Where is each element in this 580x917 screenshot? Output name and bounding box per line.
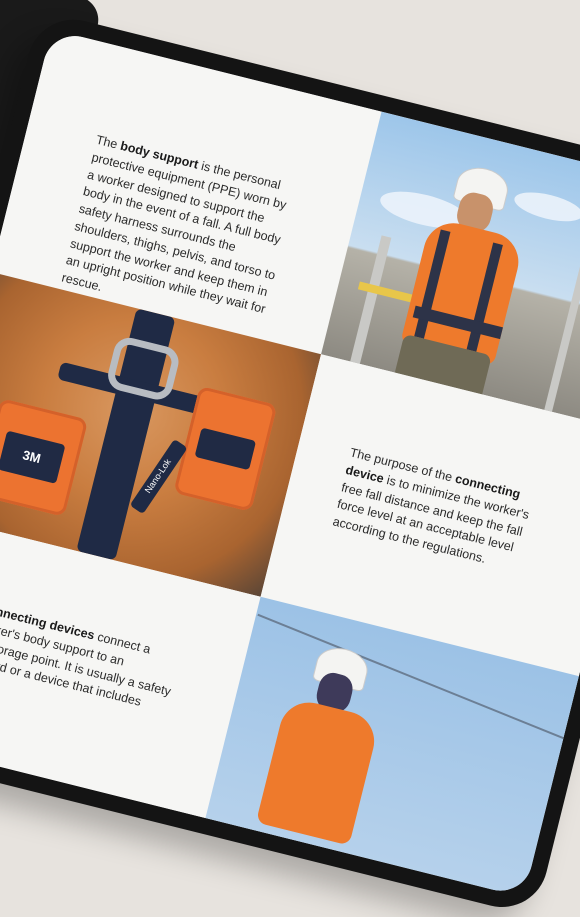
- body-support-lead: The: [94, 132, 123, 153]
- unit-panel: [194, 427, 257, 471]
- connecting-device-paragraph: The purpose of the connecting device is …: [331, 444, 547, 578]
- body-support-text: is the personal protective equipment (PP…: [60, 149, 288, 317]
- worker-torso: [255, 696, 381, 846]
- tablet-screen: The body support is the personal protect…: [0, 29, 580, 898]
- scaffold-pole: [544, 225, 580, 412]
- tablet-frame: The body support is the personal protect…: [0, 10, 580, 917]
- cloud-shape: [511, 186, 580, 227]
- connecting-devices-paragraph: Connecting devices connect a worker's bo…: [0, 599, 185, 719]
- left-lanyard-unit: 3M: [0, 398, 89, 517]
- brand-mark: 3M: [0, 430, 66, 484]
- scaffold-pole: [350, 235, 392, 364]
